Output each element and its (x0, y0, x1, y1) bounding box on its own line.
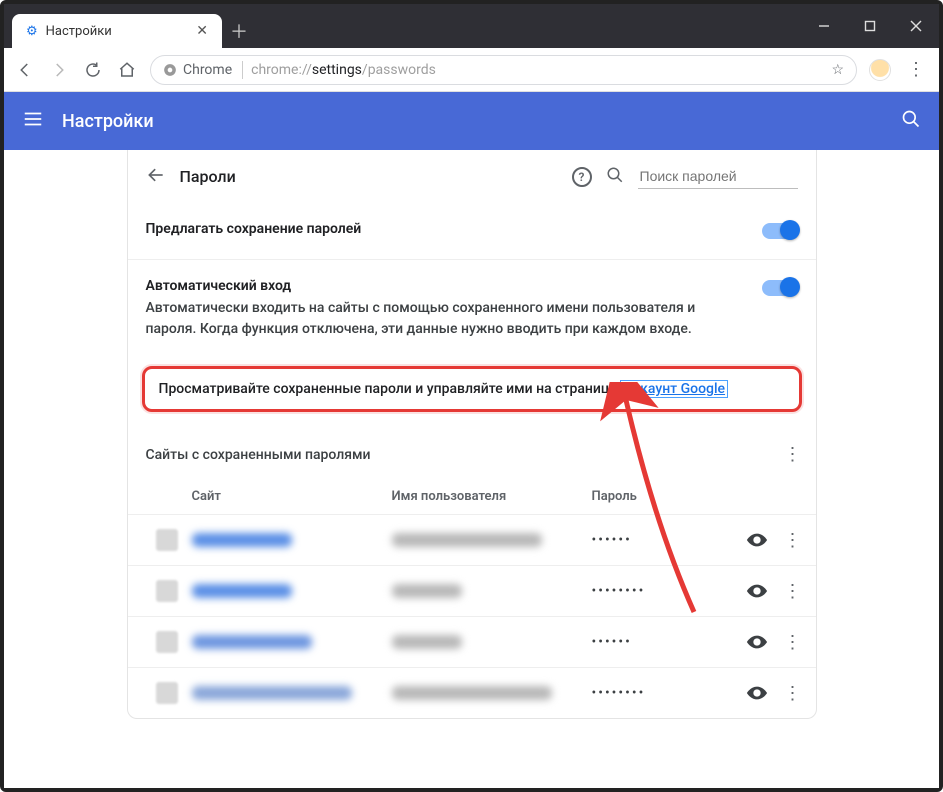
address-bar[interactable]: Chrome chrome://settings/passwords ☆ (150, 55, 857, 85)
col-site: Сайт (192, 489, 392, 504)
new-tab-button[interactable]: ＋ (222, 14, 256, 48)
auto-signin-toggle[interactable] (762, 280, 798, 296)
browser-tab[interactable]: ⚙ Настройки ✕ (12, 14, 222, 48)
window-titlebar: ⚙ Настройки ✕ ＋ (4, 4, 939, 48)
settings-title: Настройки (62, 111, 154, 132)
show-password-button[interactable] (746, 580, 768, 602)
minimize-button[interactable] (801, 4, 847, 48)
show-password-button[interactable] (746, 682, 768, 704)
menu-button[interactable] (22, 108, 44, 134)
username-cell (392, 533, 542, 547)
settings-scroll[interactable]: Пароли ? Предлагать сохранение паролей (4, 150, 939, 788)
saved-sites-header: Сайты с сохраненными паролями ⋮ (128, 430, 816, 479)
table-columns: Сайт Имя пользователя Пароль (128, 479, 816, 514)
site-cell[interactable] (192, 533, 292, 547)
username-cell (392, 584, 462, 598)
password-row: •••••• ⋮ (128, 514, 816, 565)
site-favicon (156, 580, 178, 602)
password-row: •••••• ⋮ (128, 616, 816, 667)
nav-back-button[interactable] (14, 59, 36, 81)
maximize-button[interactable] (847, 4, 893, 48)
site-cell[interactable] (192, 686, 352, 700)
password-row: •••••••• ⋮ (128, 667, 816, 718)
site-cell[interactable] (192, 635, 312, 649)
close-tab-icon[interactable]: ✕ (196, 23, 208, 39)
col-pass: Пароль (592, 489, 798, 504)
close-window-button[interactable] (893, 4, 939, 48)
auto-signin-row: Автоматический вход Автоматически входит… (128, 259, 816, 358)
gear-icon: ⚙ (26, 24, 38, 39)
site-favicon (156, 682, 178, 704)
site-favicon (156, 529, 178, 551)
bookmark-star-icon[interactable]: ☆ (831, 62, 844, 78)
profile-avatar[interactable] (869, 59, 891, 81)
saved-sites-label: Сайты с сохраненными паролями (146, 447, 371, 463)
toolbar: Chrome chrome://settings/passwords ☆ ⋮ (4, 48, 939, 92)
manage-passwords-note: Просматривайте сохраненные пароли и упра… (142, 366, 802, 412)
offer-save-label: Предлагать сохранение паролей (146, 221, 750, 237)
col-user: Имя пользователя (392, 489, 592, 504)
settings-search-button[interactable] (901, 109, 921, 133)
browser-menu-button[interactable]: ⋮ (903, 59, 929, 80)
show-password-button[interactable] (746, 529, 768, 551)
card-header: Пароли ? (128, 150, 816, 203)
row-menu-button[interactable]: ⋮ (784, 581, 798, 602)
offer-save-row: Предлагать сохранение паролей (128, 203, 816, 259)
reload-button[interactable] (82, 59, 104, 81)
auto-signin-desc: Автоматически входить на сайты с помощью… (146, 298, 750, 340)
site-chip-label: Chrome (183, 62, 232, 78)
page-title: Пароли (180, 167, 236, 186)
offer-save-toggle[interactable] (762, 223, 798, 239)
back-button[interactable] (146, 165, 166, 189)
row-menu-button[interactable]: ⋮ (784, 530, 798, 551)
password-cell: •••••• (592, 634, 732, 650)
window-controls (801, 4, 939, 48)
password-cell: •••••• (592, 532, 732, 548)
site-favicon (156, 631, 178, 653)
row-menu-button[interactable]: ⋮ (784, 683, 798, 704)
tab-title: Настройки (46, 24, 112, 39)
password-cell: •••••••• (592, 685, 732, 701)
site-cell[interactable] (192, 584, 292, 598)
home-button[interactable] (116, 59, 138, 81)
manage-text: Просматривайте сохраненные пароли и упра… (159, 381, 621, 397)
nav-forward-button[interactable] (48, 59, 70, 81)
auto-signin-title: Автоматический вход (146, 278, 750, 294)
password-cell: •••••••• (592, 583, 732, 599)
help-icon[interactable]: ? (572, 167, 592, 187)
google-account-link[interactable]: Аккаунт Google (620, 380, 728, 398)
show-password-button[interactable] (746, 631, 768, 653)
content-area: Настройки Пароли ? (4, 92, 939, 788)
password-row: •••••••• ⋮ (128, 565, 816, 616)
row-menu-button[interactable]: ⋮ (784, 632, 798, 653)
url-text: chrome://settings/passwords (251, 62, 436, 78)
password-search-input[interactable] (638, 164, 798, 189)
settings-header: Настройки (4, 92, 939, 150)
site-identity-chip[interactable]: Chrome (163, 61, 243, 79)
username-cell (392, 635, 462, 649)
search-icon (606, 166, 624, 188)
tab-strip: ⚙ Настройки ✕ ＋ (4, 4, 801, 48)
chrome-logo-icon (163, 63, 177, 77)
saved-sites-menu[interactable]: ⋮ (784, 444, 798, 465)
username-cell (392, 686, 552, 700)
passwords-card: Пароли ? Предлагать сохранение паролей (127, 150, 817, 719)
